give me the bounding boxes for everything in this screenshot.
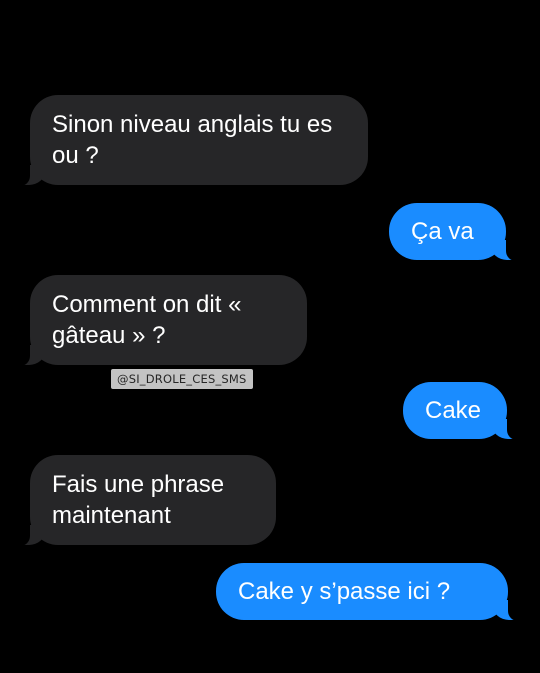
received-message-bubble[interactable]: Comment on dit « gâteau » ? — [16, 275, 307, 366]
received-message-bubble[interactable]: Sinon niveau anglais tu es ou ? — [16, 95, 368, 186]
sent-message-bubble[interactable]: Cake — [403, 382, 521, 440]
message-text: Cake y s’passe ici ? — [238, 578, 451, 605]
message-text: Comment on dit « gâteau » ? — [52, 291, 242, 349]
message-text: Fais une phrase maintenant — [52, 471, 225, 529]
watermark-label: @SI_DROLE_CES_SMS — [111, 369, 253, 389]
sent-message-bubble[interactable]: Ça va — [389, 203, 520, 261]
message-text: Ça va — [411, 218, 474, 245]
message-text: Cake — [425, 397, 482, 424]
received-message-bubble[interactable]: Fais une phrase maintenant — [16, 455, 276, 546]
sent-message-bubble[interactable]: Cake y s’passe ici ? — [216, 563, 522, 621]
message-text: Sinon niveau anglais tu es ou ? — [52, 111, 333, 169]
message-thread: Sinon niveau anglais tu es ou ? Ça va Co… — [0, 0, 540, 673]
